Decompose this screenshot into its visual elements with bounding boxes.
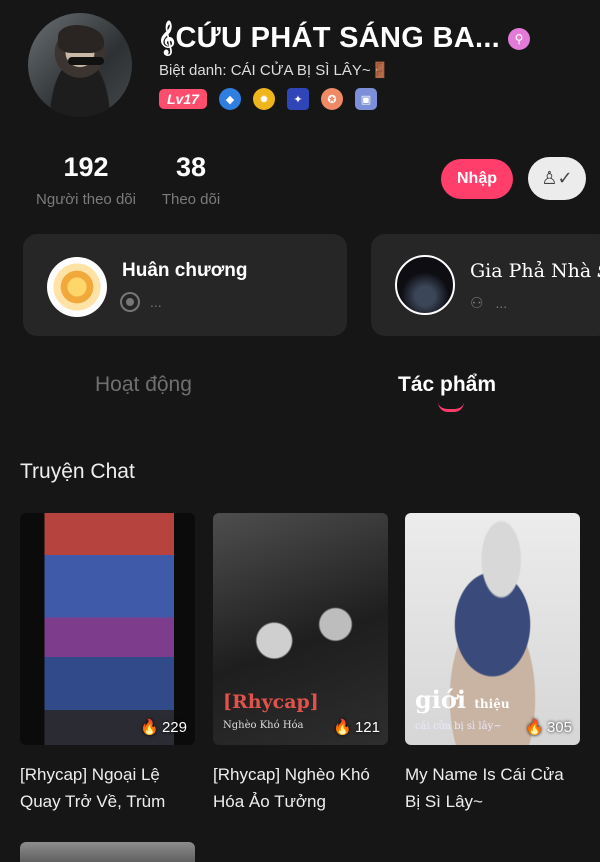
key-icon[interactable]: ⚲ xyxy=(508,27,531,50)
story-overlay-sub-3: cái cửa bị sì lây~ xyxy=(415,721,502,732)
family-card-title: Gia Phả Nhà S xyxy=(470,260,600,282)
badge-row: Lv17 ◆ ✹ ✦ ✪ ▣ xyxy=(159,88,377,110)
story-views-1: 🔥 229 xyxy=(140,718,187,737)
avatar-glasses xyxy=(68,57,104,65)
story-views-2: 🔥 121 xyxy=(333,718,380,737)
profile-name-row: 𝄞CỨU PHÁT SÁNG BA... ⚲ xyxy=(158,22,531,55)
followers-label: Người theo dõi xyxy=(36,191,136,208)
followers-count: 192 xyxy=(63,152,109,182)
story-thumb-3[interactable]: giới thiệu cái cửa bị sì lây~ 🔥 305 xyxy=(405,513,580,745)
medal-card-sub: ... xyxy=(122,294,162,310)
medal-icon xyxy=(47,257,107,317)
medal-card[interactable]: Huân chương ... xyxy=(23,234,347,336)
diamond-badge-icon[interactable]: ◆ xyxy=(218,88,241,110)
family-card-sub-text: ... xyxy=(495,295,508,311)
profile-avatar[interactable] xyxy=(28,13,132,117)
story-title-2[interactable]: [Rhycap] Nghèo Khó Hóa Ảo Tưởng xyxy=(213,761,388,815)
medal-card-sub-text: ... xyxy=(150,294,162,310)
level-badge[interactable]: Lv17 xyxy=(159,89,207,109)
story-thumb-2[interactable]: [Rhycap] Nghèo Khó Hóa 🔥 121 xyxy=(213,513,388,745)
family-card[interactable]: Gia Phả Nhà S ⚇ ... xyxy=(371,234,600,336)
story-overlay-2: [Rhycap] xyxy=(223,691,319,713)
sparkle-badge-icon[interactable]: ✦ xyxy=(286,88,309,110)
flame-icon: 🔥 xyxy=(525,719,544,736)
active-tab-indicator xyxy=(438,402,464,412)
story-title-1[interactable]: [Rhycap] Ngoại Lệ Quay Trở Về, Trùm xyxy=(20,761,195,815)
family-card-sub: ⚇ ... xyxy=(470,294,507,312)
sun-badge-icon[interactable]: ✹ xyxy=(252,88,275,110)
story-thumb-1[interactable]: 🔥 229 xyxy=(20,513,195,745)
section-title: Truyện Chat xyxy=(20,460,135,483)
record-icon xyxy=(122,294,138,310)
story-overlay-sub-2: Nghèo Khó Hóa xyxy=(223,720,304,731)
tab-activity[interactable]: Hoạt động xyxy=(95,373,192,397)
story-views-3: 🔥 305 xyxy=(525,718,572,737)
story-thumb-4[interactable] xyxy=(20,842,195,862)
medal-card-title: Huân chương xyxy=(122,260,248,281)
profile-name: 𝄞CỨU PHÁT SÁNG BA... xyxy=(158,22,501,54)
following-label: Theo dõi xyxy=(161,191,221,208)
follow-user-button[interactable]: ♙✓ xyxy=(528,157,586,200)
join-button[interactable]: Nhập xyxy=(441,159,513,199)
flame-icon: 🔥 xyxy=(140,719,159,736)
following-count: 38 xyxy=(175,152,207,182)
story-overlay-3: giới thiệu xyxy=(415,685,510,714)
story-title-3[interactable]: My Name Is Cái Cửa Bị Sì Lây~ xyxy=(405,761,580,815)
followers-stat[interactable]: 192 Người theo dõi xyxy=(30,152,142,208)
tab-works[interactable]: Tác phẩm xyxy=(398,373,496,397)
profile-nickname: Biệt danh: CÁI CỬA BỊ SÌ LÂY~🚪 xyxy=(159,62,390,79)
user-check-icon: ♙✓ xyxy=(541,168,573,188)
shield-badge-icon[interactable]: ▣ xyxy=(354,88,377,110)
following-stat[interactable]: 38 Theo dõi xyxy=(156,152,226,208)
members-icon: ⚇ xyxy=(470,295,484,312)
family-avatar xyxy=(395,255,455,315)
avatar-hair xyxy=(58,25,104,53)
crest-badge-icon[interactable]: ✪ xyxy=(320,88,343,110)
flame-icon: 🔥 xyxy=(333,719,352,736)
